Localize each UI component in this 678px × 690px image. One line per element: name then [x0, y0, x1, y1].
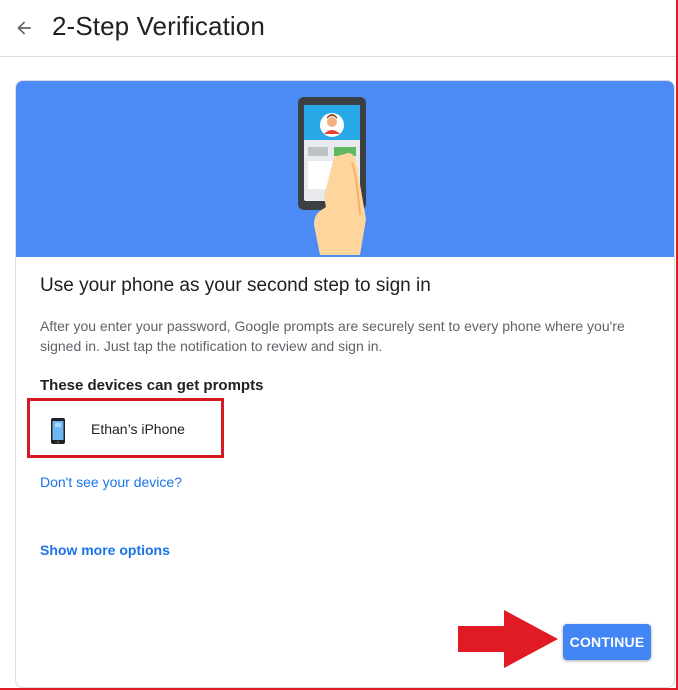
continue-button[interactable]: CONTINUE — [563, 624, 651, 660]
arrow-back-icon — [17, 21, 31, 35]
phone-tap-illustration — [298, 97, 366, 255]
app-window: 2-Step Verification Use your phone as yo… — [0, 0, 678, 690]
hero-illustration — [16, 81, 674, 257]
annotation-arrow-icon — [458, 610, 558, 668]
page-title: 2-Step Verification — [52, 11, 265, 41]
devices-heading: These devices can get prompts — [40, 377, 264, 394]
card-description: After you enter your password, Google pr… — [40, 318, 625, 354]
dont-see-device-link[interactable]: Don't see your device? — [40, 474, 182, 490]
header-bar: 2-Step Verification — [0, 0, 676, 57]
verification-card: Use your phone as your second step to si… — [15, 80, 675, 688]
back-button[interactable] — [8, 12, 40, 44]
device-name: Ethan’s iPhone — [91, 421, 185, 437]
show-more-options-link[interactable]: Show more options — [40, 542, 170, 558]
device-item-ethans-iphone[interactable]: Ethan’s iPhone — [27, 398, 224, 458]
card-heading: Use your phone as your second step to si… — [40, 275, 431, 296]
iphone-icon — [51, 418, 65, 444]
